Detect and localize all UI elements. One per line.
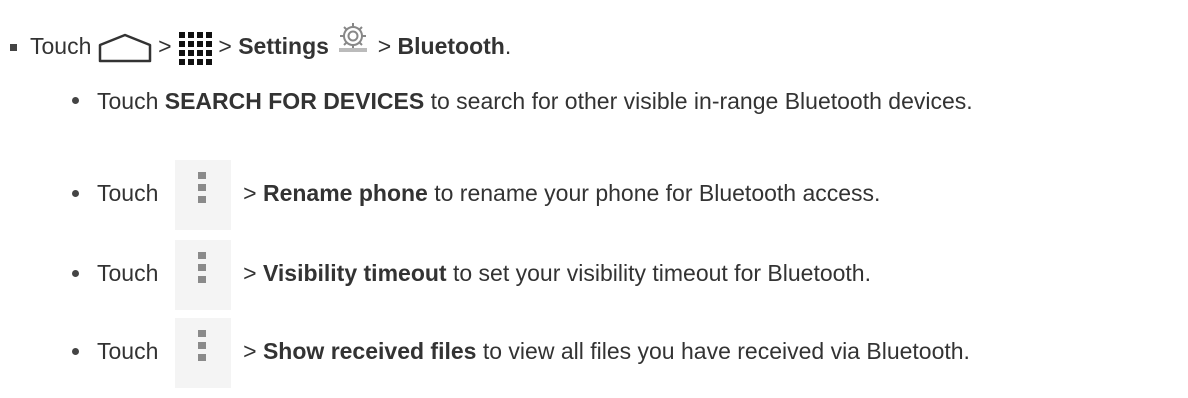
list-item: Touch > Rename phone to rename your phon…	[72, 160, 880, 230]
rename-phone-label: Rename phone	[262, 180, 428, 207]
period: .	[504, 33, 512, 60]
bluetooth-label: Bluetooth	[397, 33, 505, 60]
dot-bullet	[72, 189, 79, 197]
settings-label: Settings	[238, 33, 329, 60]
dot-bullet	[72, 269, 79, 277]
dot-bullet	[72, 97, 79, 105]
list-item: Touch > Visibility timeout to set your v…	[72, 240, 871, 310]
menu-icon	[174, 318, 231, 388]
touch-text: Touch	[96, 180, 159, 207]
separator: >	[243, 338, 257, 365]
touch-text: Touch	[30, 33, 92, 60]
item-description: to rename your phone for Bluetooth acces…	[434, 180, 881, 207]
list-item: Touch > Show received files to view all …	[72, 318, 970, 388]
settings-gear-icon	[339, 23, 368, 52]
square-bullet	[10, 44, 17, 51]
dot-bullet	[72, 347, 79, 355]
touch-text: Touch	[96, 88, 159, 114]
separator: >	[377, 33, 392, 60]
list-item: Touch SEARCH FOR DEVICES to search for o…	[72, 86, 973, 116]
menu-icon	[174, 160, 231, 230]
apps-grid-icon	[178, 32, 212, 65]
item-description: to view all files you have received via …	[482, 338, 970, 365]
visibility-timeout-label: Visibility timeout	[262, 260, 447, 287]
search-for-devices-label: SEARCH FOR DEVICES	[164, 88, 425, 114]
separator: >	[243, 260, 257, 287]
item-description: to set your visibility timeout for Bluet…	[452, 260, 871, 287]
separator: >	[243, 180, 257, 207]
item-description: to search for other visible in-range Blu…	[430, 88, 973, 114]
home-icon	[98, 33, 152, 63]
main-step: Touch > > Settings > Bluetooth.	[30, 23, 512, 65]
show-received-files-label: Show received files	[262, 338, 477, 365]
touch-text: Touch	[96, 260, 159, 287]
separator: >	[158, 33, 172, 60]
touch-text: Touch	[96, 338, 159, 365]
separator: >	[218, 33, 232, 60]
menu-icon	[174, 240, 231, 310]
